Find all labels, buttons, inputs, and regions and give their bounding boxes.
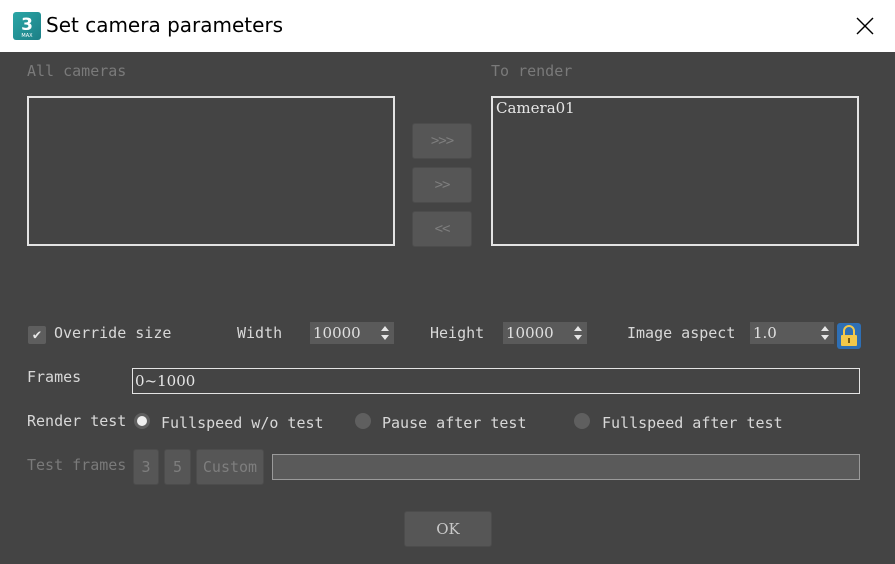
test-frames-3-button[interactable]: 3 [133, 449, 159, 485]
padlock-icon [841, 325, 857, 346]
option-fullspeed-wo-test-label[interactable]: Fullspeed w/o test [161, 414, 324, 432]
title-bar: 3 MAX Set camera parameters [0, 0, 895, 52]
spinner-arrows-icon[interactable] [380, 325, 390, 341]
close-icon [856, 17, 874, 35]
radio-fullspeed-wo-test[interactable] [134, 413, 150, 429]
aspect-lock-button[interactable] [837, 323, 861, 349]
test-frames-label: Test frames [27, 456, 127, 474]
all-cameras-label: All cameras [27, 62, 127, 80]
height-value: 10000 [506, 324, 554, 342]
height-label: Height [430, 324, 485, 342]
width-label: Width [237, 324, 283, 342]
checkmark-icon: ✔ [32, 327, 42, 343]
window-title: Set camera parameters [46, 13, 284, 37]
width-spinner[interactable]: 10000 [310, 322, 394, 344]
image-aspect-value: 1.0 [753, 324, 777, 342]
override-size-label: Override size [54, 324, 172, 342]
all-cameras-list[interactable] [27, 96, 395, 246]
app-icon-number: 3 [21, 15, 33, 35]
width-value: 10000 [313, 324, 361, 342]
add-camera-button[interactable]: >> [412, 167, 472, 203]
override-size-checkbox[interactable]: ✔ [28, 326, 46, 344]
spinner-arrows-icon[interactable] [820, 325, 830, 341]
radio-pause-after-test[interactable] [355, 413, 371, 429]
app-icon-subtext: MAX [21, 33, 33, 39]
spinner-arrows-icon[interactable] [573, 325, 583, 341]
remove-camera-button[interactable]: << [412, 211, 472, 247]
option-fullspeed-after-test-label[interactable]: Fullspeed after test [602, 414, 783, 432]
image-aspect-spinner[interactable]: 1.0 [750, 322, 834, 344]
test-frames-input[interactable] [272, 454, 860, 480]
to-render-label: To render [491, 62, 573, 80]
image-aspect-label: Image aspect [627, 324, 736, 342]
close-button[interactable] [844, 8, 886, 44]
frames-label: Frames [27, 368, 82, 386]
test-frames-custom-button[interactable]: Custom [196, 449, 264, 485]
radio-fullspeed-after-test[interactable] [574, 413, 590, 429]
option-pause-after-test-label[interactable]: Pause after test [382, 414, 527, 432]
list-item-camera01[interactable]: Camera01 [496, 99, 575, 117]
3ds-max-app-icon: 3 MAX [13, 12, 41, 40]
add-all-cameras-button[interactable]: >>> [412, 123, 472, 159]
to-render-list[interactable]: Camera01 [491, 96, 859, 246]
render-test-label: Render test [27, 412, 127, 430]
ok-button[interactable]: OK [404, 511, 492, 547]
frames-input[interactable]: 0~1000 [132, 368, 860, 394]
height-spinner[interactable]: 10000 [503, 322, 587, 344]
test-frames-5-button[interactable]: 5 [164, 449, 191, 485]
